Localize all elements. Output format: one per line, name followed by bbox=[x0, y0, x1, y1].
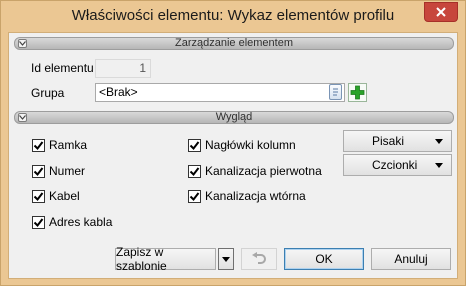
checkmark-icon bbox=[189, 191, 200, 201]
checkbox-cable[interactable]: Kabel bbox=[32, 188, 80, 204]
dialog-window: Właściwości elementu: Wykaz elementów pr… bbox=[0, 0, 466, 286]
plus-icon bbox=[350, 85, 365, 100]
section-title-appearance: Wygląd bbox=[215, 111, 253, 123]
ok-button[interactable]: OK bbox=[284, 248, 364, 270]
save-template-menu-button[interactable] bbox=[218, 248, 234, 270]
checkbox-column-headers[interactable]: Nagłówki kolumn bbox=[188, 137, 296, 153]
pens-dropdown-button[interactable]: Pisaki bbox=[343, 130, 452, 152]
checkbox-label: Ramka bbox=[49, 138, 88, 152]
checkmark-icon bbox=[189, 166, 200, 176]
window-title: Właściwości elementu: Wykaz elementów pr… bbox=[71, 7, 395, 24]
group-field[interactable]: <Brak> bbox=[95, 83, 345, 102]
section-header-appearance[interactable]: Wygląd bbox=[14, 111, 454, 124]
section-header-management[interactable]: Zarządzanie elementem bbox=[14, 37, 454, 50]
id-label: Id elementu bbox=[31, 61, 94, 75]
checkbox-label: Kanalizacja wtórna bbox=[205, 189, 306, 203]
checkbox-box[interactable] bbox=[188, 189, 201, 203]
checkbox-number[interactable]: Numer bbox=[32, 163, 85, 179]
undo-button[interactable] bbox=[241, 248, 277, 270]
checkbox-label: Kabel bbox=[49, 189, 80, 203]
checkbox-primary-duct[interactable]: Kanalizacja pierwotna bbox=[188, 163, 322, 179]
checkbox-cable-address[interactable]: Adres kabla bbox=[32, 214, 112, 230]
title-bar[interactable]: Właściwości elementu: Wykaz elementów pr… bbox=[1, 1, 465, 32]
pens-label: Pisaki bbox=[372, 134, 405, 148]
dropdown-arrow-icon bbox=[435, 163, 443, 168]
checkbox-label: Kanalizacja pierwotna bbox=[205, 164, 322, 178]
save-template-label: Zapisz w szablonie bbox=[116, 245, 167, 273]
save-template-button[interactable]: Zapisz w szablonie bbox=[115, 245, 216, 273]
close-icon bbox=[436, 7, 446, 17]
checkmark-icon bbox=[33, 217, 44, 227]
checkbox-box[interactable] bbox=[32, 189, 45, 203]
checkbox-box[interactable] bbox=[188, 164, 201, 178]
checkmark-icon bbox=[33, 166, 44, 176]
ok-label: OK bbox=[315, 252, 333, 266]
checkbox-frame[interactable]: Ramka bbox=[32, 137, 87, 153]
checkbox-box[interactable] bbox=[32, 164, 45, 178]
close-button[interactable] bbox=[424, 2, 458, 22]
id-field: 1 bbox=[95, 59, 151, 78]
section-title-management: Zarządzanie elementem bbox=[174, 37, 293, 49]
checkmark-icon bbox=[33, 140, 44, 150]
fonts-dropdown-button[interactable]: Czcionki bbox=[343, 154, 452, 176]
fonts-label: Czcionki bbox=[372, 158, 418, 172]
checkbox-label: Adres kabla bbox=[49, 215, 113, 229]
dropdown-arrow-icon bbox=[222, 257, 230, 262]
checkmark-icon bbox=[33, 191, 44, 201]
document-icon[interactable] bbox=[329, 84, 342, 100]
checkbox-label: Nagłówki kolumn bbox=[205, 138, 296, 152]
group-label: Grupa bbox=[31, 86, 65, 100]
checkbox-box[interactable] bbox=[32, 138, 45, 152]
dialog-body: Zarządzanie elementem Id elementu 1 Grup… bbox=[8, 32, 458, 279]
checkbox-box[interactable] bbox=[32, 215, 45, 229]
cancel-label: Anuluj bbox=[394, 252, 428, 266]
dropdown-arrow-icon bbox=[435, 139, 443, 144]
checkbox-secondary-duct[interactable]: Kanalizacja wtórna bbox=[188, 188, 306, 204]
checkbox-box[interactable] bbox=[188, 138, 201, 152]
checkbox-label: Numer bbox=[49, 164, 86, 178]
checkmark-icon bbox=[189, 140, 200, 150]
cancel-button[interactable]: Anuluj bbox=[371, 248, 451, 270]
undo-icon bbox=[252, 252, 266, 264]
add-group-button[interactable] bbox=[348, 83, 367, 102]
